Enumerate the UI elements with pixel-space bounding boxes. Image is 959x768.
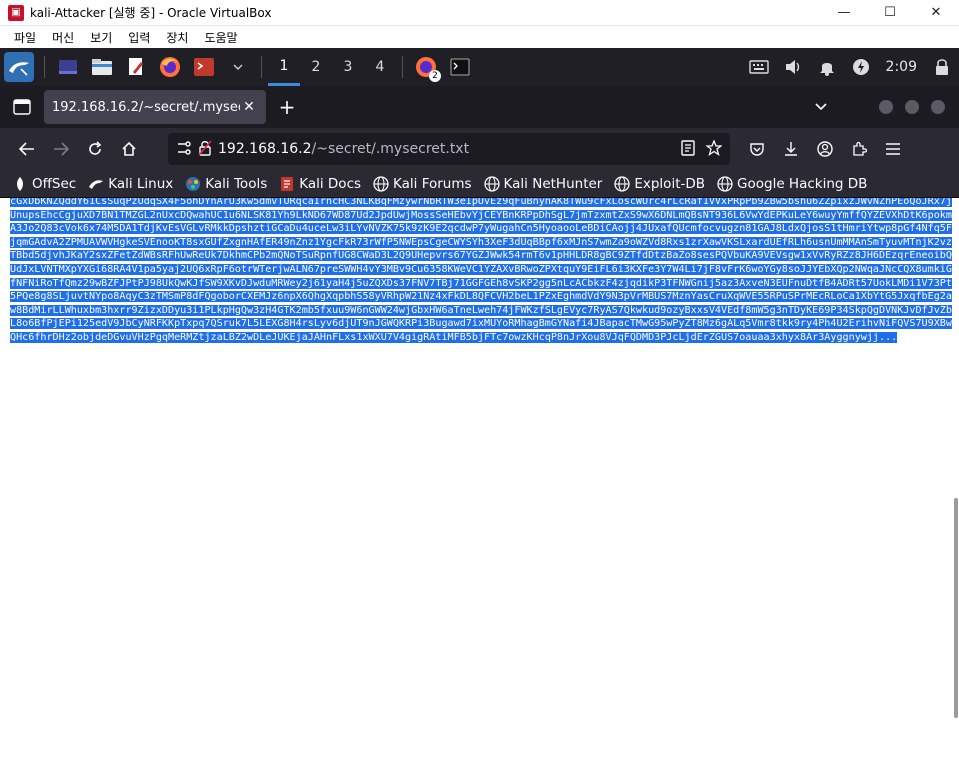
globe-icon	[717, 175, 733, 192]
file-manager-icon[interactable]	[89, 54, 115, 80]
tab-close-icon[interactable]: ✕	[240, 99, 258, 115]
new-tab-button[interactable]: +	[270, 95, 304, 119]
panel-dropdown-icon[interactable]	[225, 54, 251, 80]
bookmark-kali-nethunter[interactable]: Kali NetHunter	[483, 175, 602, 192]
bookmark-star-icon[interactable]	[705, 138, 723, 159]
terminal-window-icon[interactable]	[447, 54, 473, 80]
home-button[interactable]	[114, 134, 144, 164]
menu-devices[interactable]: 장치	[158, 29, 196, 46]
globe-icon	[614, 175, 630, 192]
bookmark-offsec[interactable]: OffSec	[12, 176, 76, 192]
bookmarks-toolbar: OffSec Kali Linux Kali Tools Kali Docs K…	[0, 170, 959, 198]
power-status-icon[interactable]	[848, 54, 874, 80]
url-bar[interactable]: 192.168.16.2/~secret/.mysecret.txt	[168, 133, 730, 165]
text-editor-icon[interactable]	[123, 54, 149, 80]
menu-view[interactable]: 보기	[82, 29, 120, 46]
keyboard-icon[interactable]	[746, 54, 772, 80]
account-icon[interactable]	[810, 134, 840, 164]
workspace-2[interactable]: 2	[300, 48, 332, 86]
firefox-view-button[interactable]	[6, 91, 38, 123]
navigation-toolbar: 192.168.16.2/~secret/.mysecret.txt	[0, 128, 959, 170]
tab-mysecret[interactable]: 192.168.16.2/~secret/.mysecret.txt ✕	[44, 90, 266, 124]
scrollbar-thumb[interactable]	[954, 498, 958, 718]
not-secure-icon[interactable]	[198, 139, 212, 159]
forward-button[interactable]	[46, 134, 76, 164]
bookmark-exploit-db[interactable]: Exploit-DB	[614, 176, 705, 192]
menu-machine[interactable]: 머신	[44, 29, 82, 46]
extensions-icon[interactable]	[844, 134, 874, 164]
maximize-button[interactable]: ☐	[867, 0, 913, 26]
reader-view-icon[interactable]	[680, 139, 696, 159]
window-title: kali-Attacker [실행 중] - Oracle VirtualBox	[30, 6, 272, 20]
virtualbox-menu-bar: 파일 머신 보기 입력 장치 도움말	[0, 26, 959, 48]
firefox-window-count-badge: 2	[429, 70, 441, 82]
kali-menu-icon[interactable]	[4, 52, 34, 82]
offsec-icon	[12, 176, 28, 192]
bookmark-kali-linux[interactable]: Kali Linux	[88, 176, 173, 192]
minimize-button[interactable]: —	[821, 0, 867, 26]
workspace-1[interactable]: 1	[268, 48, 300, 86]
window-close-dot[interactable]	[931, 100, 945, 114]
panel-separator	[261, 56, 262, 78]
workspace-3[interactable]: 3	[332, 48, 364, 86]
panel-clock[interactable]: 2:09	[886, 59, 917, 75]
panel-separator	[44, 56, 45, 78]
firefox-window-icon[interactable]: 2	[413, 54, 441, 82]
page-scrollbar[interactable]	[953, 198, 959, 768]
kali-dragon-icon	[88, 176, 104, 192]
bookmark-google-hacking-db[interactable]: Google Hacking DB	[717, 176, 867, 192]
downloads-icon[interactable]	[776, 134, 806, 164]
back-button[interactable]	[12, 134, 42, 164]
page-info-icon[interactable]	[176, 140, 192, 159]
selected-text[interactable]: cGxDbKNZQddY61CsSuqPzUdqSX4F5ohDYnArU3Kw…	[10, 198, 952, 343]
globe-icon	[373, 175, 389, 192]
terminal-launcher-icon[interactable]	[191, 54, 217, 80]
menu-input[interactable]: 입력	[120, 29, 158, 46]
close-window-button[interactable]: ✕	[913, 0, 959, 26]
tab-list-chevron-icon[interactable]	[815, 100, 827, 114]
kali-docs-icon	[279, 176, 295, 192]
url-text[interactable]: 192.168.16.2/~secret/.mysecret.txt	[218, 141, 680, 157]
bookmark-kali-forums[interactable]: Kali Forums	[373, 176, 472, 192]
menu-file[interactable]: 파일	[6, 29, 44, 46]
kali-top-panel: 1 2 3 4 2 2:09	[0, 48, 959, 86]
globe-icon	[483, 175, 500, 192]
lock-screen-icon[interactable]	[929, 54, 955, 80]
bookmark-kali-tools[interactable]: Kali Tools	[185, 176, 267, 192]
firefox-tab-strip: 192.168.16.2/~secret/.mysecret.txt ✕ +	[0, 86, 959, 128]
app-menu-icon[interactable]	[878, 134, 908, 164]
bookmark-kali-docs[interactable]: Kali Docs	[279, 176, 361, 192]
workspace-4[interactable]: 4	[364, 48, 396, 86]
notifications-icon[interactable]	[814, 54, 840, 80]
page-content[interactable]: cGxDbKNZQddY61CsSuqPzUdqSX4F5ohDYnArU3Kw…	[0, 198, 953, 768]
pocket-icon[interactable]	[742, 134, 772, 164]
virtualbox-title-bar: ▣ kali-Attacker [실행 중] - Oracle VirtualB…	[0, 0, 959, 26]
url-path: /~secret/.mysecret.txt	[311, 141, 470, 157]
show-desktop-icon[interactable]	[55, 54, 81, 80]
kali-tools-icon	[185, 176, 201, 192]
window-maximize-dot[interactable]	[905, 100, 919, 114]
reload-button[interactable]	[80, 134, 110, 164]
firefox-launcher-icon[interactable]	[157, 54, 183, 80]
tab-title: 192.168.16.2/~secret/.mysecret.txt	[52, 99, 240, 115]
window-minimize-dot[interactable]	[879, 100, 893, 114]
url-host: 192.168.16.2	[218, 141, 312, 157]
virtualbox-app-icon: ▣	[8, 4, 24, 21]
secret-file-text[interactable]: cGxDbKNZQddY61CsSuqPzUdqSX4F5ohDYnArU3Kw…	[10, 198, 953, 345]
menu-help[interactable]: 도움말	[196, 29, 245, 46]
volume-icon[interactable]	[780, 54, 806, 80]
panel-separator	[402, 56, 403, 78]
